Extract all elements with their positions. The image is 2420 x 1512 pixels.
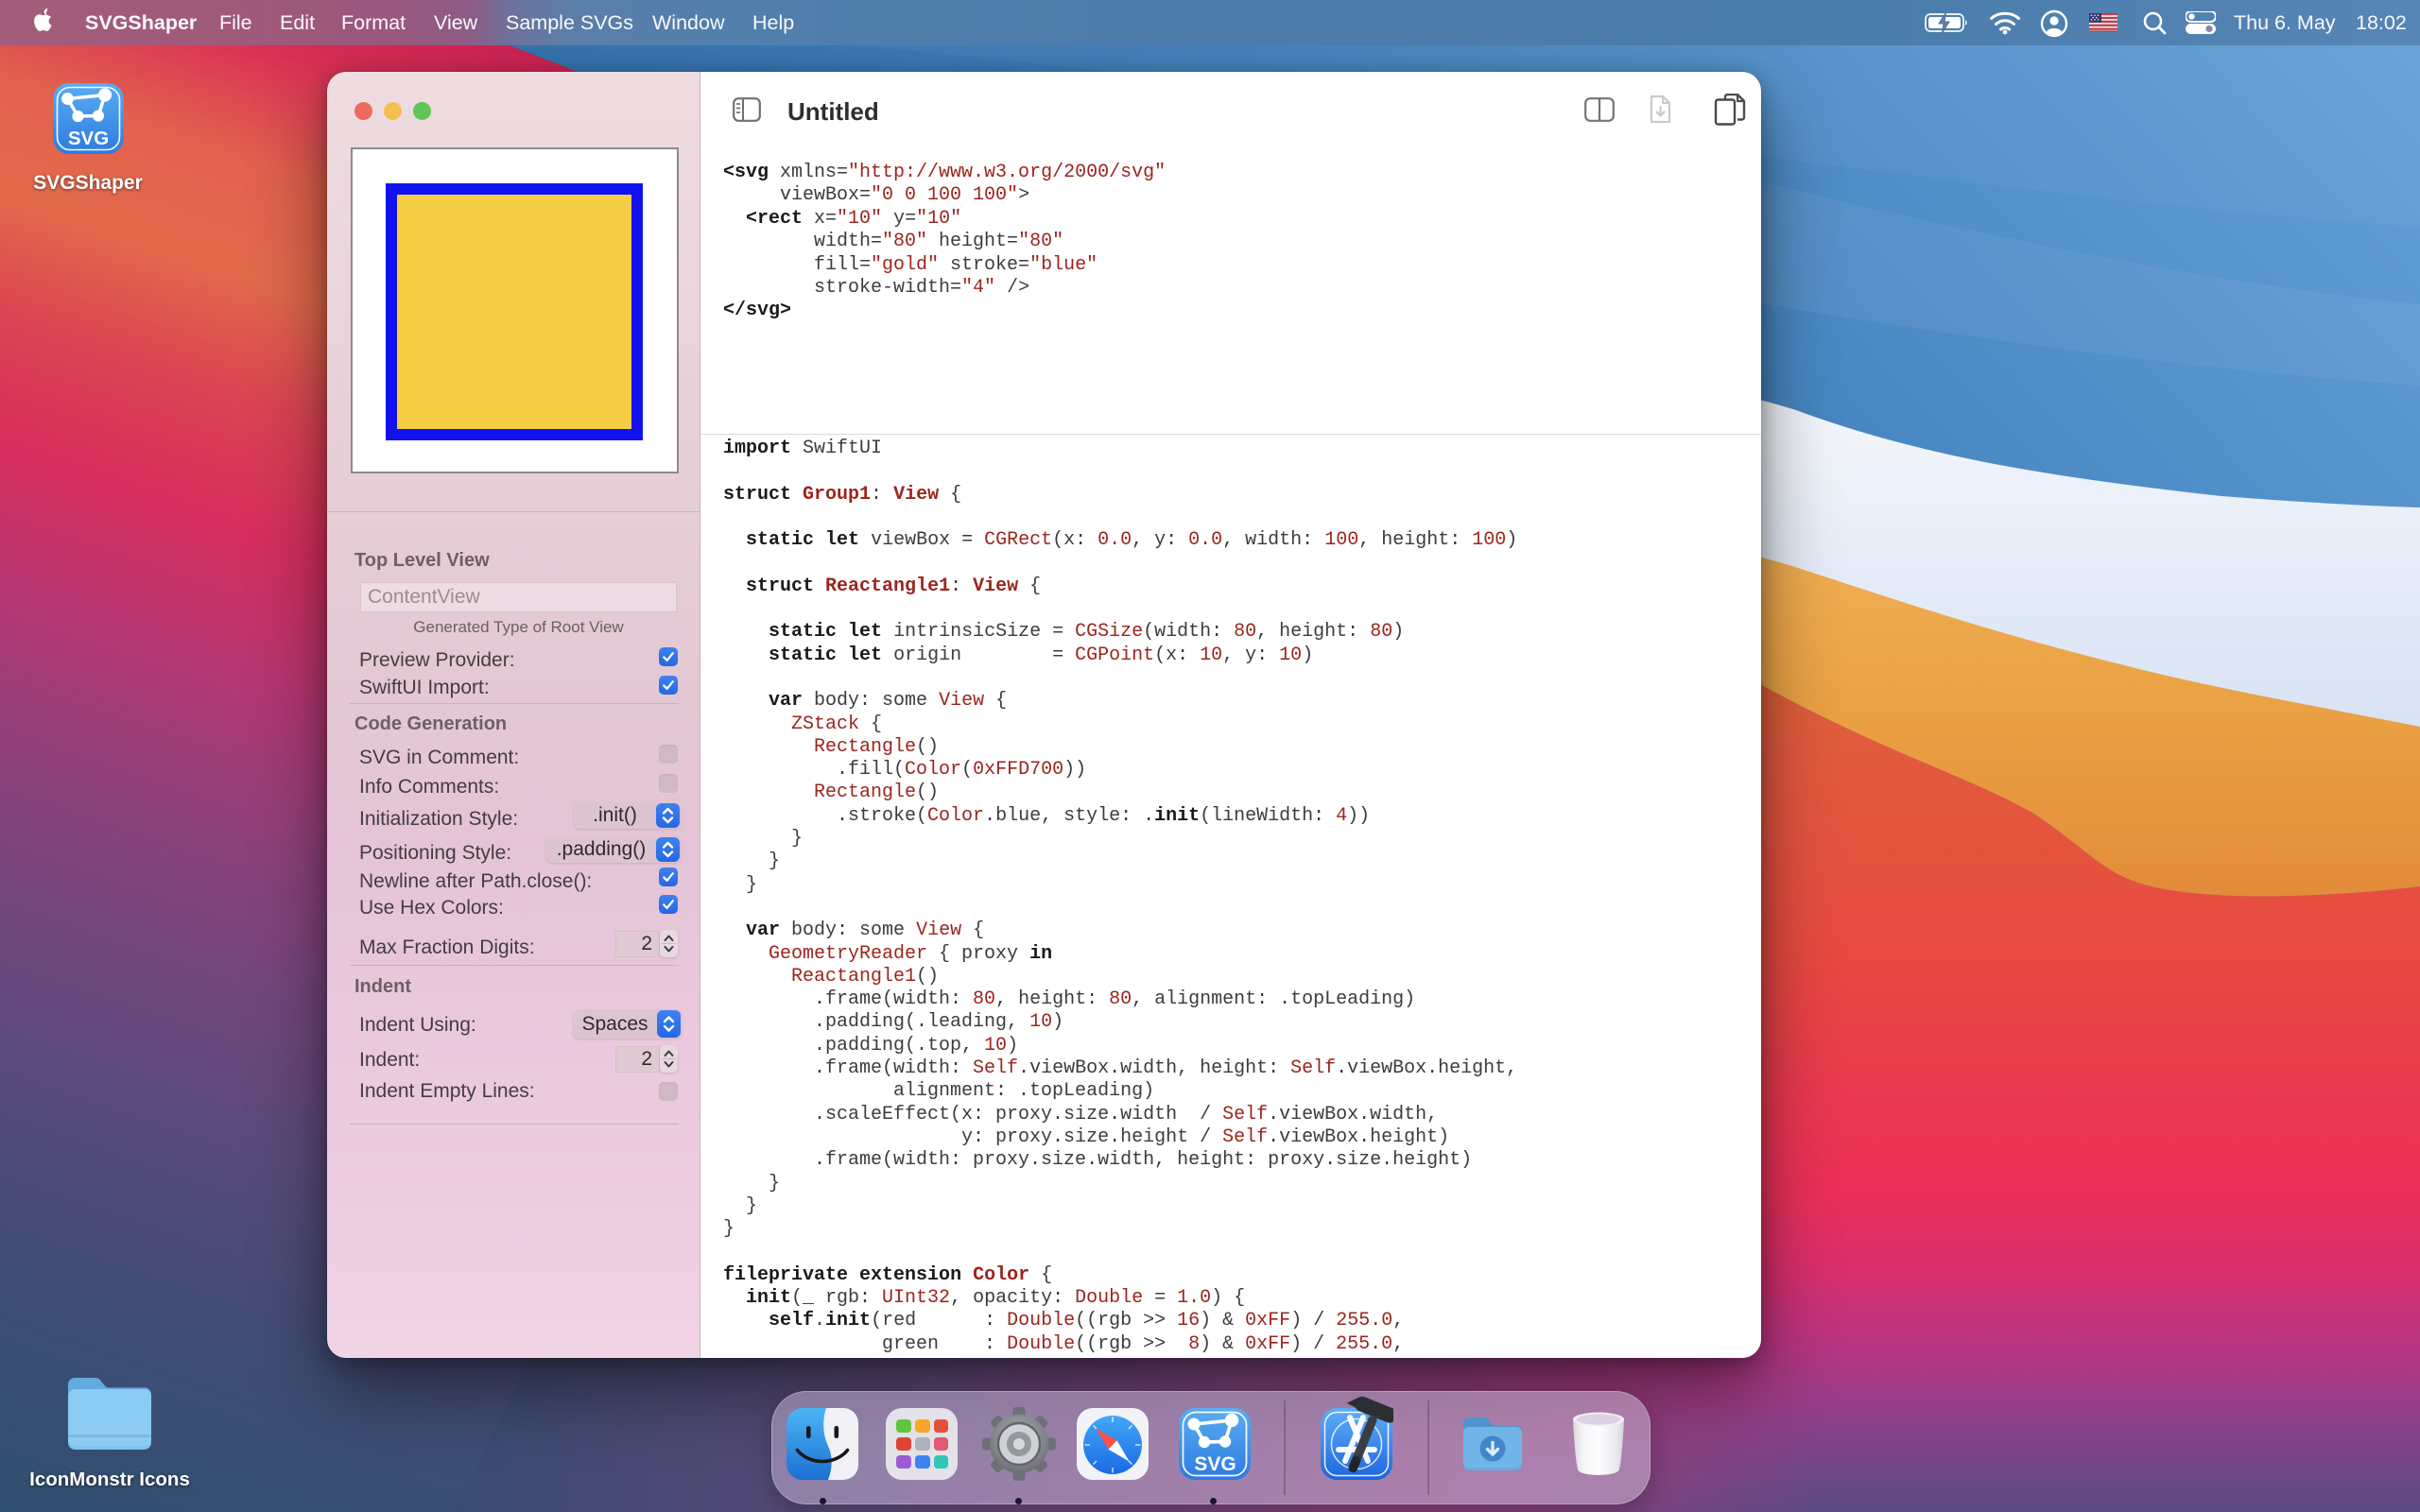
svg-text:SVG: SVG [1194,1453,1236,1475]
svg-text:SVG: SVG [68,128,109,149]
